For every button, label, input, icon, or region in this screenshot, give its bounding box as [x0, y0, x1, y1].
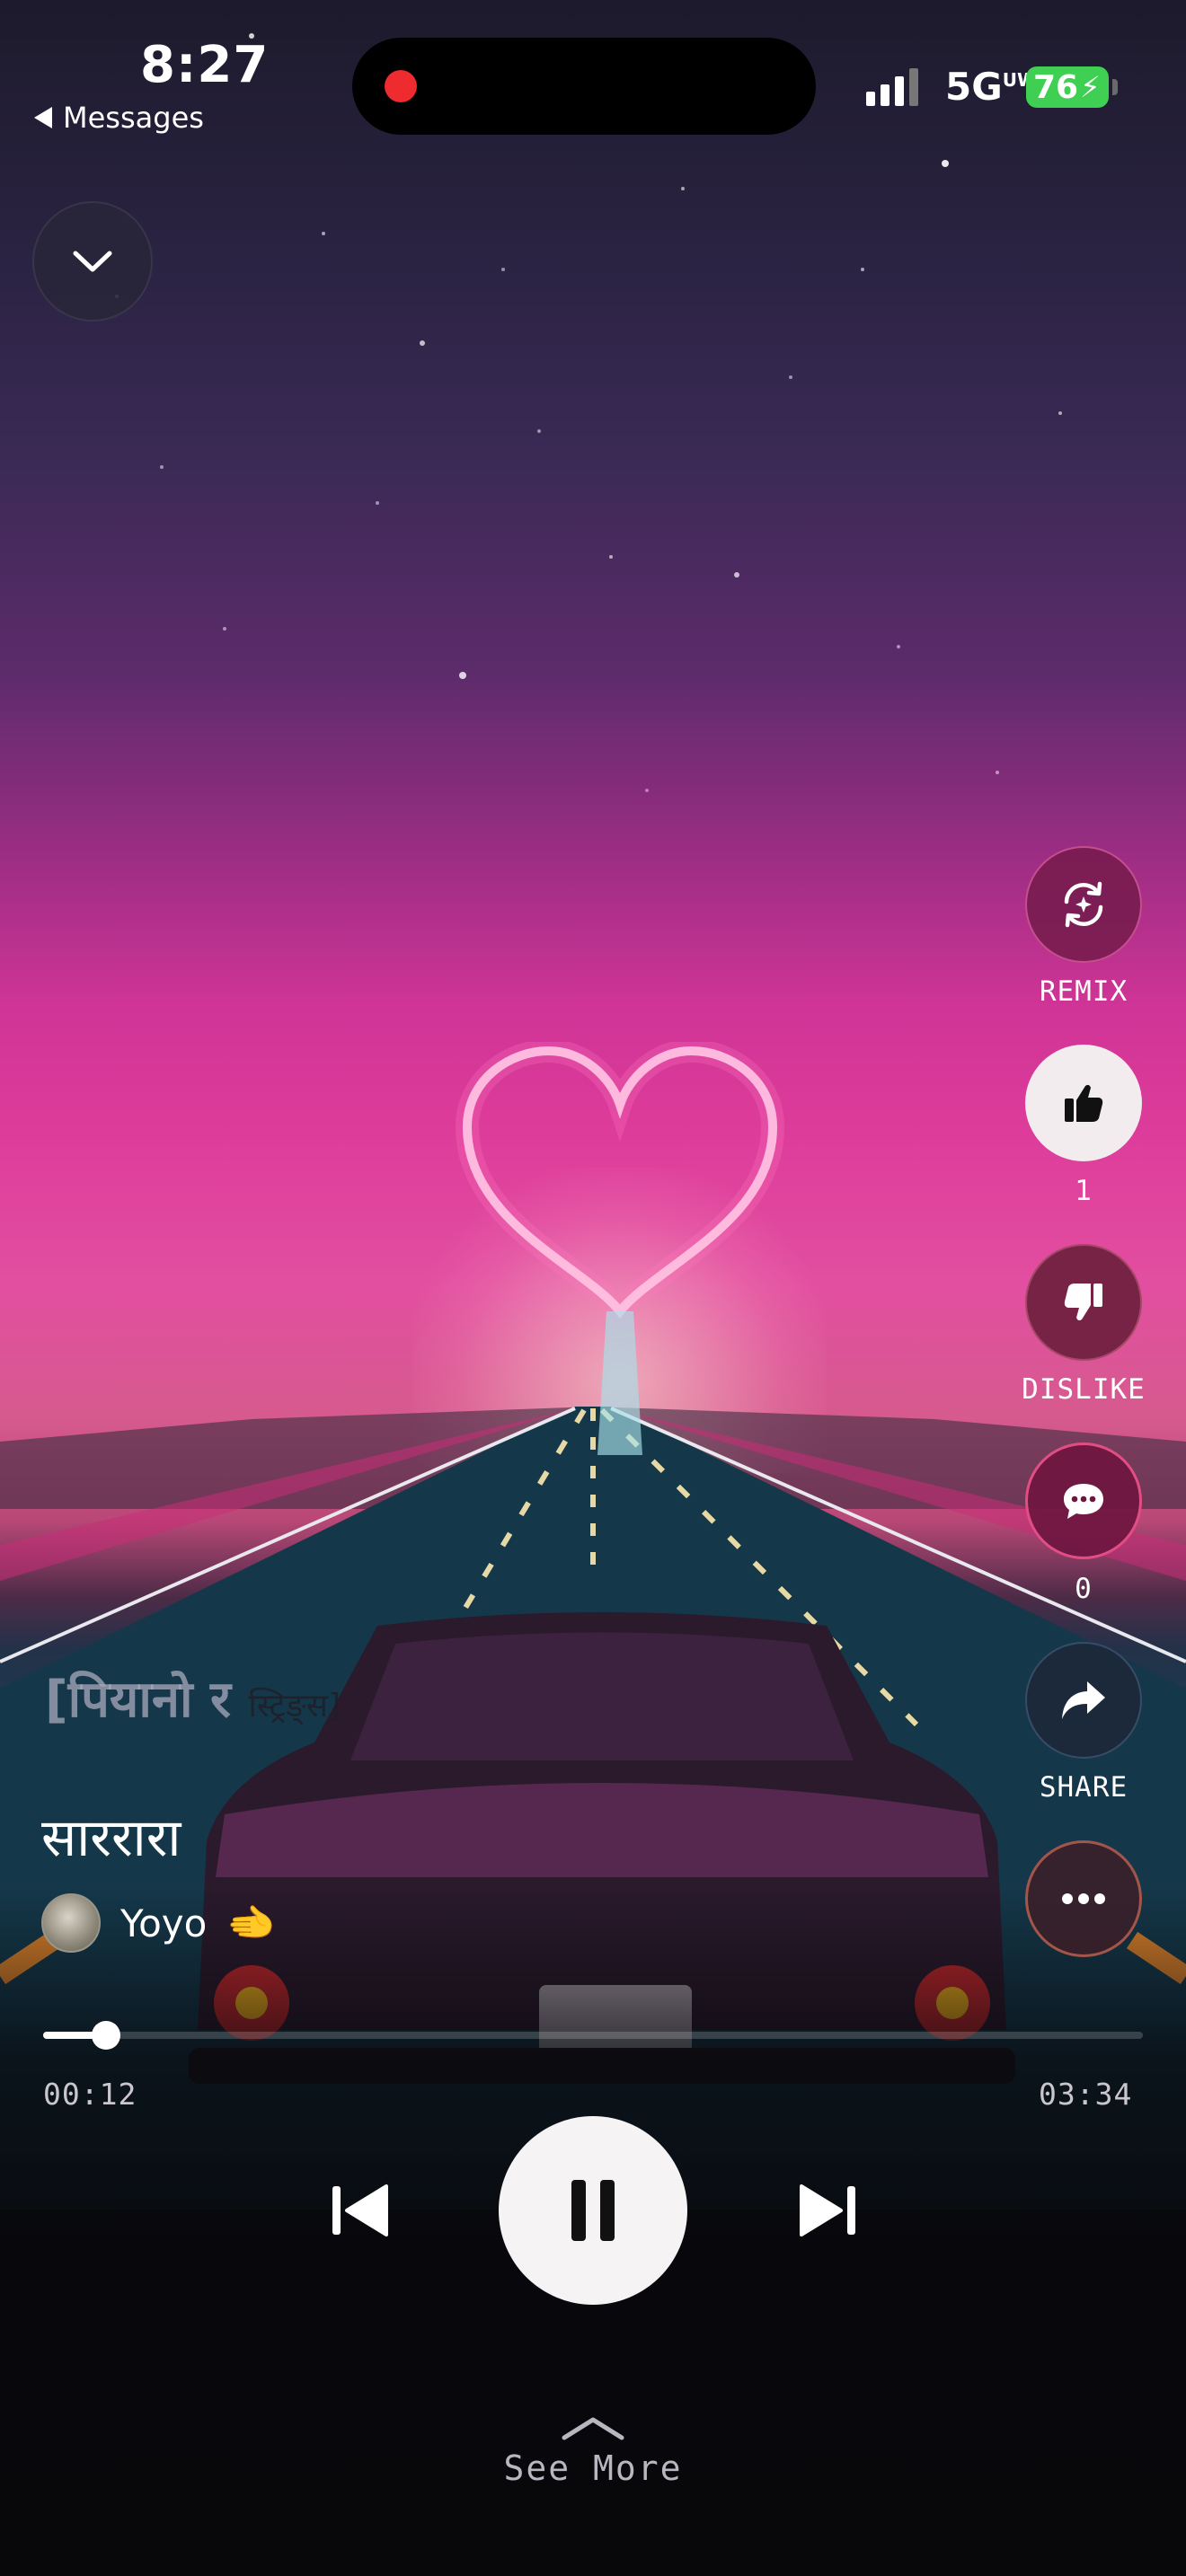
- battery-indicator: 76 ⚡: [1026, 66, 1109, 108]
- total-time: 03:34: [1039, 2077, 1133, 2112]
- collapse-player-button[interactable]: [32, 201, 153, 322]
- progress-bar[interactable]: [43, 2021, 1143, 2050]
- share-arrow-icon: [1062, 1681, 1105, 1719]
- dislike-label: DISLIKE: [1022, 1373, 1146, 1406]
- comment-icon: [1064, 1484, 1103, 1519]
- previous-track-button[interactable]: [325, 2179, 397, 2242]
- battery-cap: [1112, 79, 1118, 95]
- skip-forward-icon: [800, 2184, 843, 2236]
- hand-emoji: 🫲: [226, 1901, 277, 1946]
- progress-knob[interactable]: [91, 2021, 120, 2050]
- ellipsis-icon: [1062, 1893, 1105, 1904]
- lyric-line: [पियानो र स्ट्रिङ्स]: [45, 1663, 341, 1732]
- artist-name[interactable]: Yoyo: [120, 1901, 207, 1945]
- like-button[interactable]: [1025, 1045, 1142, 1161]
- back-to-messages-link[interactable]: Messages: [34, 101, 204, 135]
- pause-icon: [571, 2180, 615, 2241]
- lyric-main: [पियानो र: [45, 1671, 231, 1729]
- more-options-button[interactable]: [1025, 1840, 1142, 1957]
- like-count: 1: [1075, 1175, 1093, 1207]
- dislike-button[interactable]: [1025, 1244, 1142, 1361]
- share-label: SHARE: [1039, 1771, 1128, 1804]
- thumbs-down-icon: [1064, 1284, 1102, 1321]
- next-track-button[interactable]: [791, 2179, 863, 2242]
- network-type: 5GUW: [945, 65, 1037, 109]
- thumbs-up-icon: [1065, 1084, 1103, 1122]
- comment-button[interactable]: [1025, 1442, 1142, 1559]
- comment-count: 0: [1075, 1573, 1093, 1605]
- song-title: साररारा: [41, 1807, 181, 1868]
- remix-label: REMIX: [1039, 975, 1128, 1008]
- share-button[interactable]: [1025, 1642, 1142, 1759]
- dynamic-island: [352, 38, 816, 135]
- artist-row[interactable]: Yoyo 🫲: [41, 1893, 276, 1953]
- recording-indicator-icon: [385, 70, 417, 102]
- chevron-up-icon: [562, 2417, 624, 2440]
- see-more-button[interactable]: See More: [413, 2413, 773, 2488]
- cellular-signal-icon: [866, 68, 918, 106]
- skip-back-icon: [332, 2186, 341, 2235]
- pause-button[interactable]: [499, 2116, 687, 2305]
- remix-button[interactable]: [1025, 846, 1142, 963]
- current-time: 00:12: [43, 2077, 137, 2112]
- chevron-down-icon: [73, 251, 112, 272]
- remix-icon: [1064, 881, 1103, 928]
- battery-level: 76: [1033, 68, 1079, 106]
- charging-bolt-icon: ⚡: [1080, 70, 1101, 104]
- status-time: 8:27: [140, 36, 270, 94]
- artist-avatar[interactable]: [41, 1893, 101, 1953]
- network-label: 5G: [945, 65, 1003, 109]
- lyric-small: स्ट्रिङ्स]: [248, 1688, 341, 1725]
- starfield: [115, 33, 1062, 792]
- neon-heart: [455, 1042, 785, 1455]
- see-more-label: See More: [503, 2448, 683, 2488]
- back-link-label: Messages: [63, 101, 204, 135]
- back-arrow-icon: [34, 107, 52, 128]
